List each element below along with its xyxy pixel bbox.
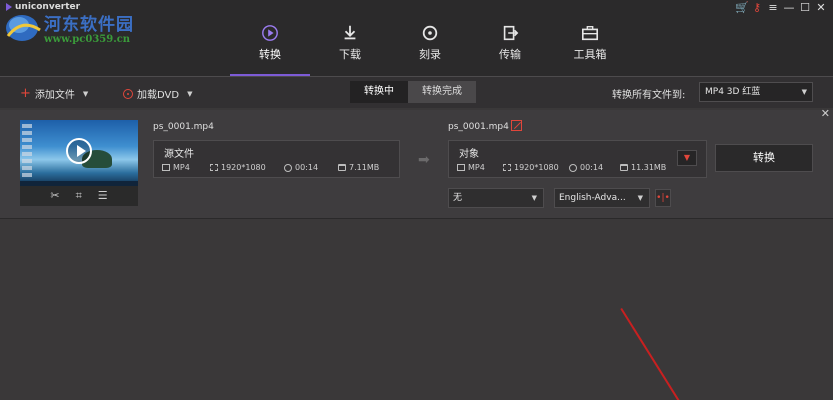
annotation-arrow-line — [620, 308, 681, 400]
toolbox-icon — [581, 26, 599, 41]
trim-icon[interactable]: ✂ — [50, 186, 59, 206]
tab-convert-label: 转换 — [259, 48, 281, 61]
watermark-url: www.pc0359.cn — [44, 34, 131, 45]
menu-icon[interactable]: ≡ — [767, 2, 779, 14]
source-size: 7.11MB — [338, 163, 379, 172]
crop-icon[interactable]: ⌗ — [76, 186, 82, 206]
tab-download[interactable]: 下载 — [310, 0, 390, 76]
tab-transfer[interactable]: 传输 — [470, 0, 550, 76]
tab-toolbox-label: 工具箱 — [573, 48, 607, 61]
dvd-icon — [123, 88, 133, 99]
source-format: MP4 — [162, 163, 190, 172]
convert-all-label: 转换所有文件到: — [612, 90, 686, 101]
remove-file-icon[interactable]: ✕ — [821, 107, 830, 120]
tab-convert[interactable]: 转换 — [230, 0, 310, 76]
source-file-name: ps_0001.mp4 — [153, 122, 214, 132]
resolution-icon — [210, 164, 218, 171]
clock-icon — [569, 163, 577, 172]
download-icon — [344, 25, 356, 40]
source-duration: 00:14 — [284, 163, 318, 172]
target-format-value: MP4 — [468, 163, 485, 172]
chevron-down-icon[interactable]: ▼ — [187, 90, 192, 98]
source-duration-value: 00:14 — [295, 163, 319, 172]
source-format-value: MP4 — [173, 163, 190, 172]
main-nav: 转换 下载 刻录 传输 工具箱 — [230, 0, 630, 76]
chevron-down-icon: ▼ — [801, 88, 807, 96]
add-files-button[interactable]: + 添加文件 ▼ — [20, 85, 88, 102]
watermark-title: 河东软件园 — [44, 15, 134, 35]
chevron-down-icon: ▼ — [531, 194, 537, 202]
target-resolution-value: 1920*1080 — [514, 163, 559, 172]
source-resolution-value: 1920*1080 — [221, 163, 266, 172]
convert-all-format-value: MP4 3D 红蓝 — [705, 87, 761, 97]
minimize-icon[interactable]: — — [783, 2, 795, 14]
source-info-box: 源文件 MP4 1920*1080 00:14 7.11MB — [153, 140, 400, 178]
target-title: 对象 — [459, 149, 479, 160]
add-files-label: 添加文件 — [34, 90, 75, 101]
subtitle-select[interactable]: 无 ▼ — [448, 188, 544, 208]
plus-icon: + — [20, 85, 31, 101]
tab-download-label: 下载 — [339, 48, 361, 61]
arrow-right-icon: ➡ — [418, 152, 430, 168]
target-size-value: 11.31MB — [631, 163, 667, 172]
source-size-value: 7.11MB — [349, 163, 380, 172]
close-icon[interactable]: ✕ — [815, 2, 827, 14]
audio-track-select[interactable]: English-Adva... ▼ — [554, 188, 650, 208]
folder-icon — [338, 164, 346, 171]
target-format: MP4 — [457, 163, 485, 172]
convert-all-format-select[interactable]: MP4 3D 红蓝 ▼ — [699, 82, 813, 102]
merge-icon[interactable]: •|• — [655, 189, 671, 207]
tab-toolbox[interactable]: 工具箱 — [550, 0, 630, 76]
resolution-icon — [503, 164, 511, 171]
target-size: 11.31MB — [620, 163, 666, 172]
thumbnail-tools: ✂ ⌗ ☰ — [20, 186, 138, 206]
key-icon[interactable]: ⚷ — [751, 2, 763, 14]
convert-icon — [262, 25, 278, 41]
load-dvd-button[interactable]: 加载DVD ▼ — [123, 86, 192, 101]
window-controls: 🛒 ⚷ ≡ — ☐ ✕ — [735, 2, 827, 14]
film-icon — [162, 164, 170, 171]
clock-icon — [284, 163, 292, 172]
maximize-icon[interactable]: ☐ — [799, 2, 811, 14]
chevron-down-icon: ▼ — [637, 194, 643, 202]
source-title: 源文件 — [164, 149, 194, 160]
tab-converting[interactable]: 转换中 — [350, 81, 408, 103]
cart-icon[interactable]: 🛒 — [735, 2, 749, 14]
watermark-logo-icon — [6, 15, 41, 41]
tab-burn-label: 刻录 — [419, 48, 441, 61]
status-tabs: 转换中 转换完成 — [350, 81, 476, 103]
target-duration: 00:14 — [569, 163, 603, 172]
tab-burn[interactable]: 刻录 — [390, 0, 470, 76]
target-file-name: ps_0001.mp4 — [448, 122, 509, 132]
tab-converted[interactable]: 转换完成 — [408, 81, 476, 103]
desktop-icons — [22, 124, 32, 180]
effects-icon[interactable]: ☰ — [98, 186, 108, 206]
folder-icon — [620, 164, 628, 171]
subtitle-value: 无 — [453, 193, 463, 203]
target-duration-value: 00:14 — [580, 163, 604, 172]
film-icon — [457, 164, 465, 171]
target-info-box: 对象 MP4 1920*1080 00:14 11.31MB — [448, 140, 707, 178]
load-dvd-label: 加载DVD — [137, 90, 180, 101]
transfer-icon — [503, 25, 519, 41]
chevron-down-icon[interactable]: ▼ — [83, 90, 88, 98]
title-bar: uniconverter 河东软件园 www.pc0359.cn 🛒 ⚷ ≡ —… — [0, 0, 833, 76]
convert-button[interactable]: 转换 — [715, 144, 813, 172]
tab-transfer-label: 传输 — [499, 48, 521, 61]
source-resolution: 1920*1080 — [210, 163, 266, 172]
target-resolution: 1920*1080 — [503, 163, 559, 172]
audio-track-value: English-Adva... — [559, 193, 626, 203]
target-settings-dropdown[interactable]: ▼ — [677, 150, 697, 166]
edit-icon[interactable] — [511, 120, 522, 131]
burn-icon — [422, 25, 438, 41]
play-icon[interactable] — [66, 138, 92, 164]
